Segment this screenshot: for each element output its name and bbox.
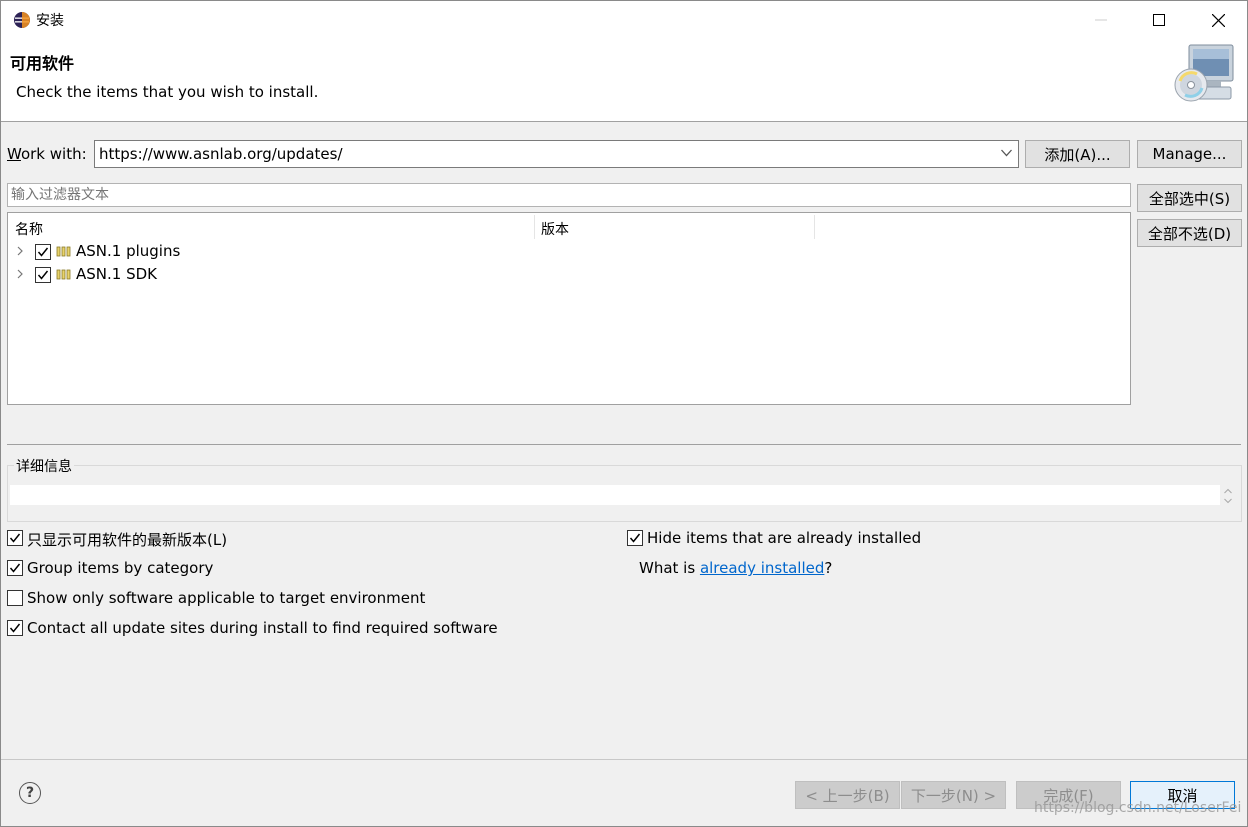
- details-label: 详细信息: [14, 456, 74, 476]
- group-by-category-label: Group items by category: [27, 559, 214, 577]
- contact-all-sites-label: Contact all update sites during install …: [27, 619, 498, 637]
- feature-group-icon: [56, 269, 71, 280]
- hide-installed-checkbox[interactable]: [627, 530, 643, 546]
- work-with-combo[interactable]: https://www.asnlab.org/updates/: [94, 140, 1019, 168]
- latest-only-label: 只显示可用软件的最新版本(L): [27, 531, 228, 549]
- tree-row[interactable]: ASN.1 SDK: [8, 264, 1128, 287]
- next-button[interactable]: 下一步(N) >: [901, 781, 1006, 809]
- install-dialog: 安装 可用软件 Check the items that you wish to…: [0, 0, 1248, 827]
- already-installed-link[interactable]: already installed: [700, 559, 824, 577]
- group-by-category-option[interactable]: Group items by category: [7, 559, 407, 579]
- group-by-category-checkbox[interactable]: [7, 560, 23, 576]
- checkmark-icon: [629, 533, 641, 543]
- column-header-name[interactable]: 名称: [8, 213, 535, 241]
- footer-divider: [1, 759, 1247, 760]
- watermark-text: https://blog.csdn.net/LoserFei: [1034, 800, 1242, 816]
- back-button[interactable]: < 上一步(B): [795, 781, 900, 809]
- latest-only-option[interactable]: 只显示可用软件的最新版本(L): [7, 529, 407, 549]
- eclipse-icon: [14, 12, 30, 28]
- target-env-label: Show only software applicable to target …: [27, 589, 426, 607]
- sash-divider[interactable]: [7, 444, 1241, 445]
- latest-only-checkbox[interactable]: [7, 530, 23, 546]
- hide-installed-option[interactable]: Hide items that are already installed: [627, 529, 1027, 549]
- page-description: Check the items that you wish to install…: [16, 83, 319, 101]
- tree-item-checkbox[interactable]: [35, 267, 51, 283]
- target-env-checkbox[interactable]: [7, 590, 23, 606]
- dialog-banner: 可用软件 Check the items that you wish to in…: [1, 39, 1247, 122]
- close-button[interactable]: [1189, 1, 1247, 39]
- checkmark-icon: [9, 563, 21, 573]
- checkmark-icon: [37, 247, 49, 257]
- title-bar: 安装: [1, 1, 1247, 39]
- details-text-area[interactable]: [10, 485, 1220, 505]
- help-icon[interactable]: ?: [19, 782, 41, 804]
- maximize-button[interactable]: [1130, 1, 1188, 39]
- chevron-right-icon[interactable]: [16, 269, 24, 279]
- what-is-prefix: What is: [639, 559, 700, 577]
- tree-item-label: ASN.1 plugins: [76, 242, 181, 260]
- maximize-icon: [1153, 14, 1165, 26]
- filter-input[interactable]: [7, 183, 1131, 207]
- page-title: 可用软件: [10, 54, 75, 73]
- manage-sites-button[interactable]: Manage...: [1137, 140, 1242, 168]
- software-tree[interactable]: 名称 版本 ASN.1 plugins ASN.1 SDK: [7, 212, 1131, 405]
- what-is-installed-text: What is already installed?: [639, 559, 939, 579]
- minimize-icon: [1095, 19, 1107, 21]
- column-header-version[interactable]: 版本: [534, 213, 814, 241]
- checkmark-icon: [9, 533, 21, 543]
- column-divider: [814, 215, 815, 239]
- feature-group-icon: [56, 246, 71, 257]
- window-title: 安装: [36, 13, 64, 29]
- contact-all-sites-checkbox[interactable]: [7, 620, 23, 636]
- close-icon: [1211, 13, 1225, 27]
- work-with-label-text: ork with:: [20, 145, 87, 163]
- checkmark-icon: [37, 270, 49, 280]
- deselect-all-button[interactable]: 全部不选(D): [1137, 219, 1242, 247]
- select-all-button[interactable]: 全部选中(S): [1137, 184, 1242, 212]
- chevron-down-icon: [1001, 149, 1012, 157]
- tree-item-label: ASN.1 SDK: [76, 265, 157, 283]
- hide-installed-label: Hide items that are already installed: [647, 529, 922, 547]
- minimize-button[interactable]: [1072, 1, 1130, 39]
- work-with-label: Work with:: [7, 145, 87, 163]
- tree-item-checkbox[interactable]: [35, 244, 51, 260]
- contact-all-sites-option[interactable]: Contact all update sites during install …: [7, 619, 567, 639]
- checkmark-icon: [9, 623, 21, 633]
- what-is-suffix: ?: [824, 559, 833, 577]
- work-with-value: https://www.asnlab.org/updates/: [99, 145, 343, 163]
- target-env-option[interactable]: Show only software applicable to target …: [7, 589, 507, 609]
- chevron-right-icon[interactable]: [16, 246, 24, 256]
- add-site-button[interactable]: 添加(A)...: [1025, 140, 1130, 168]
- tree-row[interactable]: ASN.1 plugins: [8, 241, 1128, 264]
- scroll-arrows-icon[interactable]: [1223, 487, 1233, 505]
- install-wizard-icon: [1174, 44, 1234, 102]
